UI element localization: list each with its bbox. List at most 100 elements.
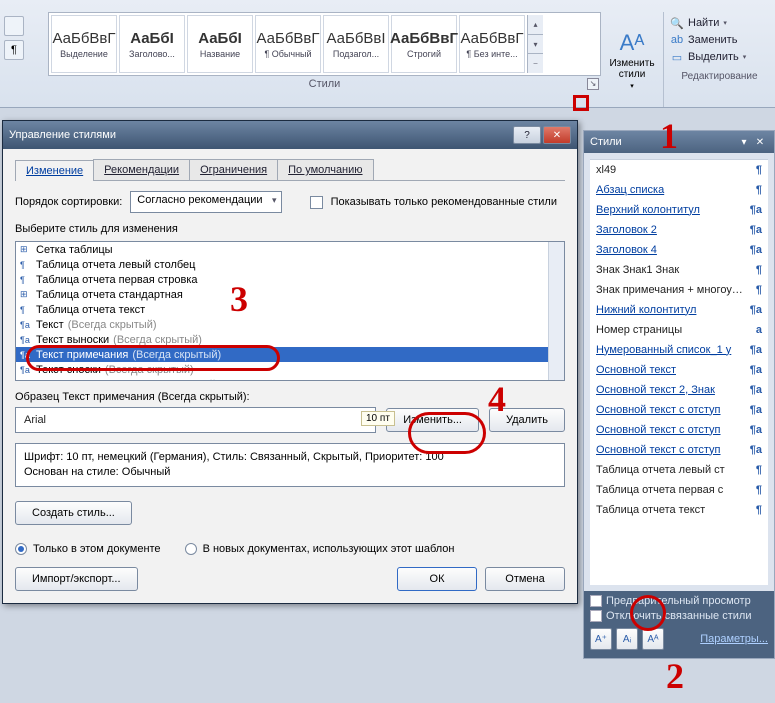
find-button[interactable]: 🔍Найти▾ [670,16,769,30]
pane-style-item[interactable]: Таблица отчета левый ст¶ [590,460,768,480]
style-gallery-item[interactable]: АаБбІЗаголово... [119,15,185,73]
quick-access: ¶ [0,12,48,107]
close-button[interactable]: ✕ [543,126,571,144]
only-this-doc-radio[interactable]: Только в этом документе [15,543,161,555]
manage-styles-icon-button[interactable]: Aᴬ [642,628,664,650]
pane-style-item[interactable]: xl49¶ [590,160,768,180]
pane-style-item[interactable]: Таблица отчета первая с¶ [590,480,768,500]
style-description: Шрифт: 10 пт, немецкий (Германия), Стиль… [15,443,565,487]
styles-gallery: АаБбВвГВыделениеАаБбІЗаголово...АаБбІНаз… [48,12,601,76]
pane-style-item[interactable]: Заголовок 4¶a [590,240,768,260]
pane-style-list[interactable]: xl49¶Абзац списка¶Верхний колонтитул¶aЗа… [590,159,768,585]
paragraph-marks-icon[interactable]: ¶ [4,40,24,60]
styles-pane: Стили ▾ ✕ xl49¶Абзац списка¶Верхний коло… [583,130,775,659]
pane-style-item[interactable]: Основной текст¶a [590,360,768,380]
pane-style-item[interactable]: Основной текст с отступ¶a [590,420,768,440]
sort-order-select[interactable]: Согласно рекомендации [130,191,281,213]
pane-style-item[interactable]: Верхний колонтитул¶a [590,200,768,220]
style-gallery-item[interactable]: АаБбІНазвание [187,15,253,73]
dialog-title: Управление стилями [9,129,116,141]
list-item[interactable]: ¶aТекст выноски (Всегда скрытый) [16,332,564,347]
list-item[interactable]: ¶Таблица отчета текст [16,302,564,317]
manage-styles-dialog: Управление стилями ? ✕ ИзменениеРекоменд… [2,120,578,604]
ribbon: ¶ АаБбВвГВыделениеАаБбІЗаголово...АаБбІН… [0,0,775,108]
gallery-scrollbar[interactable]: ▴ ▾ ⎯ [527,15,543,73]
pane-titlebar[interactable]: Стили ▾ ✕ [584,131,774,153]
dialog-tab[interactable]: Ограничения [189,159,278,180]
disable-linked-checkbox[interactable] [590,610,602,622]
list-item[interactable]: ¶aТекст примечания (Всегда скрытый) [16,347,564,362]
list-item[interactable]: ¶aТекст сноски (Всегда скрытый) [16,362,564,377]
modify-button[interactable]: Изменить... [386,408,479,432]
binoculars-icon: 🔍 [670,16,684,30]
new-style-button[interactable]: Создать стиль... [15,501,132,525]
pane-style-item[interactable]: Основной текст 2, Знак¶a [590,380,768,400]
chevron-down-icon: ▾ [630,82,634,90]
pane-footer: Предварительный просмотр Отключить связа… [584,591,774,658]
cursor-icon: ▭ [670,50,684,64]
pick-style-label: Выберите стиль для изменения [15,223,565,235]
dialog-tab[interactable]: Рекомендации [93,159,190,180]
style-gallery-item[interactable]: АаБбВвГ¶ Без инте... [459,15,525,73]
show-recommended-checkbox[interactable] [310,196,323,209]
cancel-button[interactable]: Отмена [485,567,565,591]
sort-label: Порядок сортировки: [15,196,122,208]
editing-group-label: Редактирование [670,71,769,82]
pane-style-item[interactable]: Заголовок 2¶a [590,220,768,240]
replace-button[interactable]: abЗаменить [670,33,769,47]
gallery-up[interactable]: ▴ [528,15,543,35]
gallery-down[interactable]: ▾ [528,35,543,55]
pane-style-item[interactable]: Абзац списка¶ [590,180,768,200]
list-item[interactable]: ⊞Сетка таблицы [16,242,564,257]
list-item[interactable]: ¶Таблица отчета первая стровка [16,272,564,287]
editing-group: 🔍Найти▾ abЗаменить ▭Выделить▾ Редактиров… [663,12,775,107]
change-styles-button[interactable]: Aᴬ Изменить стили ▾ [601,12,663,107]
pane-options-link[interactable]: Параметры... [700,633,768,645]
dialog-tab[interactable]: Изменение [15,160,94,181]
styles-listbox[interactable]: ⊞Сетка таблицы¶Таблица отчета левый стол… [15,241,565,381]
styles-group-label: Стили ↘ [48,76,601,92]
style-gallery-item[interactable]: АаБбВвГ¶ Обычный [255,15,321,73]
dialog-tab[interactable]: По умолчанию [277,159,373,180]
list-item[interactable]: ¶aТекст (Всегда скрытый) [16,317,564,332]
style-gallery-item[interactable]: АаБбВвІПодзагол... [323,15,389,73]
pane-style-item[interactable]: Нижний колонтитул¶a [590,300,768,320]
pane-dropdown-icon[interactable]: ▾ [736,135,752,149]
sample-preview: Arial [15,407,376,433]
font-size-badge: 10 пт [361,411,395,426]
new-docs-radio[interactable]: В новых документах, использующих этот ша… [185,543,455,555]
dialog-titlebar[interactable]: Управление стилями ? ✕ [3,121,577,149]
preview-checkbox[interactable] [590,595,602,607]
change-styles-icon: Aᴬ [620,30,645,56]
show-recommended-label: Показывать только рекомендованные стили [331,196,557,208]
gallery-more[interactable]: ⎯ [528,54,543,73]
qat-btn[interactable] [4,16,24,36]
style-gallery-item[interactable]: АаБбВвГСтрогий [391,15,457,73]
pane-style-item[interactable]: Знак примечания + многоуровневый, Слева:… [590,280,768,300]
pane-close-icon[interactable]: ✕ [752,135,768,149]
pane-style-item[interactable]: Знак Знак1 Знак¶ [590,260,768,280]
delete-button[interactable]: Удалить [489,408,565,432]
pane-style-item[interactable]: Таблица отчета текст¶ [590,500,768,520]
replace-icon: ab [670,33,684,47]
import-export-button[interactable]: Импорт/экспорт... [15,567,138,591]
pane-style-item[interactable]: Основной текст с отступ¶a [590,400,768,420]
new-style-icon-button[interactable]: A⁺ [590,628,612,650]
styles-gallery-group: АаБбВвГВыделениеАаБбІЗаголово...АаБбІНаз… [48,12,601,107]
pane-style-item[interactable]: Основной текст с отступ¶a [590,440,768,460]
select-button[interactable]: ▭Выделить▾ [670,50,769,64]
style-inspector-icon-button[interactable]: Aᵢ [616,628,638,650]
styles-dialog-launcher-icon[interactable]: ↘ [587,78,599,90]
pane-style-item[interactable]: Номер страницыa [590,320,768,340]
list-item[interactable]: ¶Таблица отчета левый столбец [16,257,564,272]
listbox-scrollbar[interactable] [548,242,564,380]
style-gallery-item[interactable]: АаБбВвГВыделение [51,15,117,73]
list-item[interactable]: ¶aТема примечания (Всегда скрытый) [16,377,564,381]
pane-style-item[interactable]: Нумерованный список_1 у¶a [590,340,768,360]
chevron-down-icon: ▾ [743,53,747,61]
dialog-tabs: ИзменениеРекомендацииОграниченияПо умолч… [15,159,565,181]
help-button[interactable]: ? [513,126,541,144]
chevron-down-icon: ▾ [723,19,727,27]
list-item[interactable]: ⊞Таблица отчета стандартная [16,287,564,302]
ok-button[interactable]: ОК [397,567,477,591]
